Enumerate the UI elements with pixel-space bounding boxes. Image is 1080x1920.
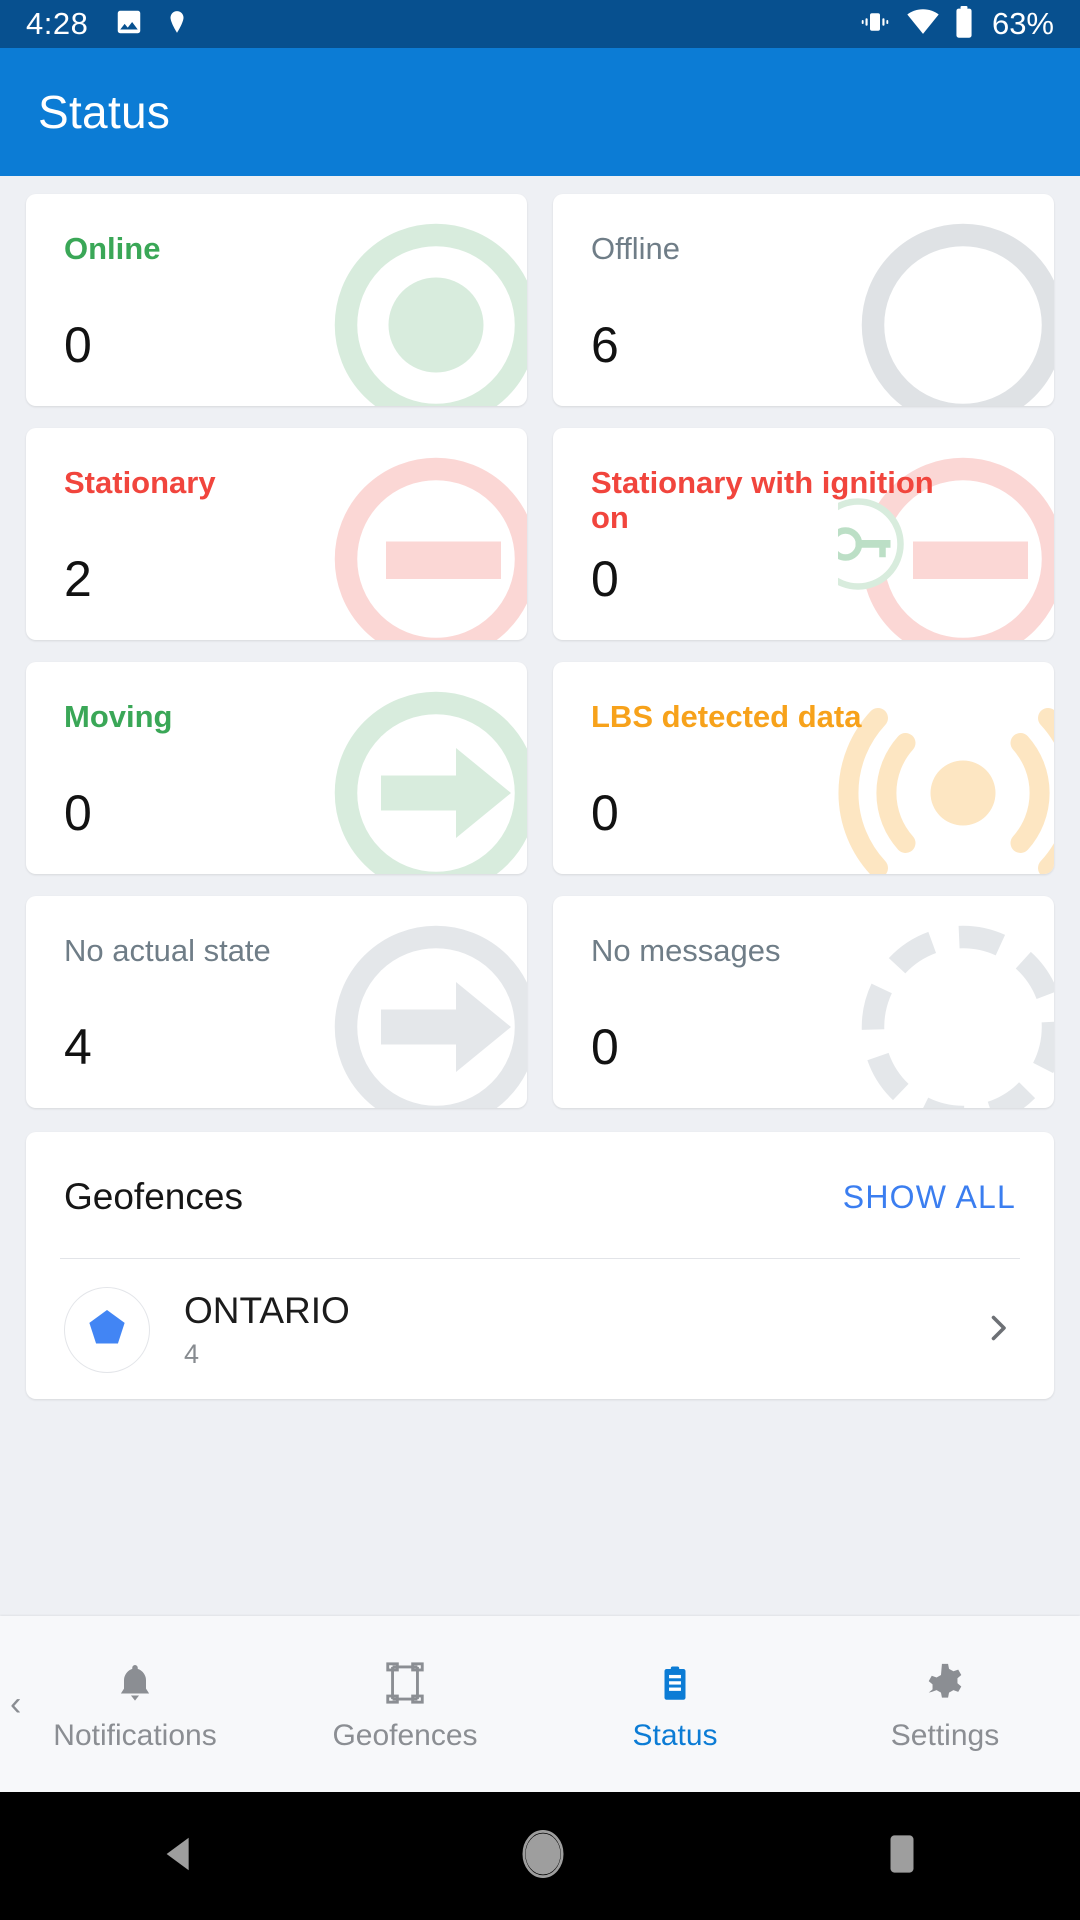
geofences-panel: Geofences SHOW ALL ONTARIO 4 — [26, 1132, 1054, 1399]
wifi-icon — [906, 8, 940, 41]
card-title: Online — [64, 231, 161, 266]
card-title: Moving — [64, 699, 173, 734]
status-card-grid: Online 0 Offline 6 Stationary 2 Stationa… — [26, 194, 1054, 1108]
card-title: Stationary with ignition on — [591, 465, 934, 535]
vibrate-icon — [858, 7, 892, 42]
recents-square-icon[interactable] — [882, 1831, 922, 1882]
nav-item-label: Notifications — [53, 1719, 217, 1752]
android-navigation-bar — [0, 1792, 1080, 1920]
back-chevron-icon[interactable]: ‹ — [10, 1687, 21, 1721]
nav-item-label: Geofences — [332, 1719, 478, 1752]
bell-icon — [113, 1655, 157, 1707]
nav-item-label: Status — [632, 1719, 718, 1752]
lbs-signal-icon — [838, 668, 1054, 874]
card-value: 0 — [591, 785, 619, 841]
show-all-button[interactable]: SHOW ALL — [843, 1179, 1016, 1216]
card-value: 0 — [64, 785, 92, 841]
card-value: 4 — [64, 1019, 92, 1075]
card-title: Stationary — [64, 465, 216, 500]
clipboard-icon — [654, 1655, 696, 1707]
bottom-navigation-bar: ‹ Notifications Geofences Status Setting… — [0, 1616, 1080, 1792]
no-messages-dashed-icon — [838, 902, 1054, 1108]
system-status-bar: 4:28 63% — [0, 0, 1080, 48]
card-value: 2 — [64, 551, 92, 607]
offline-circle-icon — [838, 200, 1054, 406]
battery-icon — [954, 5, 974, 43]
back-triangle-icon[interactable] — [158, 1831, 204, 1882]
page-title: Status — [38, 86, 171, 138]
geofence-count: 4 — [184, 1338, 200, 1369]
nav-item-label: Settings — [890, 1719, 1000, 1752]
status-card-online[interactable]: Online 0 — [26, 194, 527, 406]
phone-screen: 4:28 63% Status Online 0 Offline 6 Stati… — [0, 0, 1080, 1920]
moving-arrow-icon — [311, 668, 527, 874]
geofence-name: ONTARIO — [184, 1290, 350, 1332]
online-circle-icon — [311, 200, 527, 406]
status-card-stationary-ignition[interactable]: Stationary with ignition on 0 — [553, 428, 1054, 640]
geofences-heading: Geofences — [64, 1176, 243, 1217]
no-state-arrow-icon — [311, 902, 527, 1108]
gear-icon — [922, 1655, 968, 1707]
status-card-no-actual-state[interactable]: No actual state 4 — [26, 896, 527, 1108]
card-title: No actual state — [64, 933, 271, 968]
clock-time: 4:28 — [26, 6, 89, 41]
battery-percentage: 63% — [991, 6, 1054, 41]
nav-item-geofences[interactable]: Geofences — [270, 1655, 540, 1753]
card-title: LBS detected data — [591, 699, 862, 734]
card-title: No messages — [591, 933, 781, 968]
location-pin-icon — [164, 7, 190, 42]
card-value: 0 — [591, 551, 619, 607]
card-value: 0 — [591, 1019, 619, 1075]
chevron-right-icon[interactable] — [980, 1310, 1016, 1351]
app-bar: Status — [0, 48, 1080, 176]
pentagon-geofence-icon — [84, 1305, 130, 1356]
status-card-no-messages[interactable]: No messages 0 — [553, 896, 1054, 1108]
home-circle-icon[interactable] — [520, 1829, 566, 1884]
stationary-icon — [311, 434, 527, 640]
card-value: 0 — [64, 317, 92, 373]
nav-item-settings[interactable]: Settings — [810, 1655, 1080, 1753]
image-icon — [114, 7, 144, 42]
frame-icon — [382, 1655, 428, 1707]
card-value: 6 — [591, 317, 619, 373]
status-card-stationary[interactable]: Stationary 2 — [26, 428, 527, 640]
nav-item-status[interactable]: Status — [540, 1655, 810, 1753]
nav-item-notifications[interactable]: Notifications — [0, 1655, 270, 1753]
avatar — [64, 1287, 150, 1373]
scroll-content[interactable]: Online 0 Offline 6 Stationary 2 Stationa… — [0, 176, 1080, 1744]
status-card-offline[interactable]: Offline 6 — [553, 194, 1054, 406]
status-card-lbs[interactable]: LBS detected data 0 — [553, 662, 1054, 874]
status-card-moving[interactable]: Moving 0 — [26, 662, 527, 874]
list-item[interactable]: ONTARIO 4 — [26, 1259, 1054, 1399]
geofences-panel-header: Geofences SHOW ALL — [26, 1132, 1054, 1258]
card-title: Offline — [591, 231, 681, 266]
